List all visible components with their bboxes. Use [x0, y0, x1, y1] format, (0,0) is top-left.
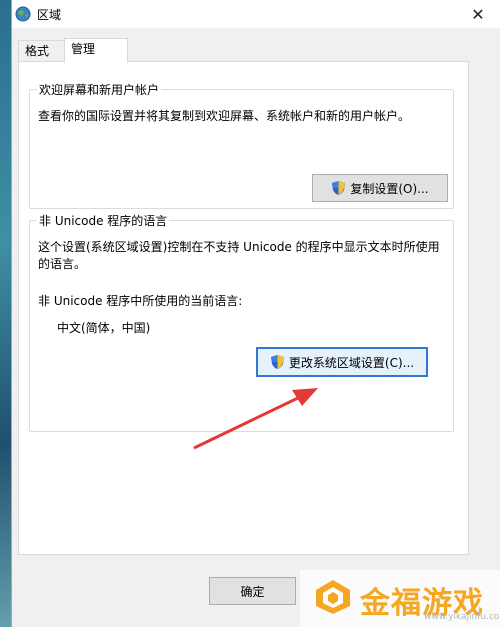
- change-system-locale-label: 更改系统区域设置(C)...: [288, 355, 415, 370]
- change-system-locale-button[interactable]: 更改系统区域设置(C)...: [256, 347, 428, 377]
- globe-icon: [15, 6, 31, 22]
- tab-panel: 欢迎屏幕和新用户帐户 查看你的国际设置并将其复制到欢迎屏幕、系统帐户和新的用户帐…: [18, 61, 469, 555]
- ok-button-label: 确定: [240, 584, 265, 599]
- region-dialog: 区域 ✕ 格式 管理 欢迎屏幕和新用户帐户 查看你的国际设置并将其复制到欢迎屏幕…: [11, 0, 500, 627]
- tab-format[interactable]: 格式: [18, 40, 68, 61]
- current-language-value: 中文(简体，中国): [57, 321, 151, 335]
- non-unicode-description: 这个设置(系统区域设置)控制在不支持 Unicode 的程序中显示文本时所使用的…: [38, 240, 440, 271]
- watermark-url: www.yikajinfu.com: [424, 612, 500, 622]
- watermark-logo-icon: [316, 580, 350, 614]
- window-title: 区域: [37, 8, 62, 22]
- welcome-group-title: 欢迎屏幕和新用户帐户: [37, 81, 162, 98]
- welcome-screen-group: 欢迎屏幕和新用户帐户 查看你的国际设置并将其复制到欢迎屏幕、系统帐户和新的用户帐…: [29, 81, 454, 209]
- tab-administrative[interactable]: 管理: [64, 38, 128, 63]
- title-bar: 区域 ✕: [12, 0, 500, 28]
- welcome-description: 查看你的国际设置并将其复制到欢迎屏幕、系统帐户和新的用户帐户。: [38, 109, 411, 123]
- uac-shield-icon: [270, 355, 284, 369]
- non-unicode-group: 非 Unicode 程序的语言 这个设置(系统区域设置)控制在不支持 Unico…: [29, 212, 454, 432]
- non-unicode-group-title: 非 Unicode 程序的语言: [37, 212, 170, 229]
- close-button[interactable]: ✕: [455, 0, 500, 28]
- ok-button[interactable]: 确定: [209, 577, 296, 605]
- copy-settings-label: 复制设置(O)...: [350, 181, 429, 196]
- current-language-label: 非 Unicode 程序中所使用的当前语言:: [38, 294, 243, 308]
- copy-settings-button[interactable]: 复制设置(O)...: [312, 174, 448, 202]
- uac-shield-icon: [332, 181, 346, 195]
- close-icon: ✕: [471, 4, 485, 24]
